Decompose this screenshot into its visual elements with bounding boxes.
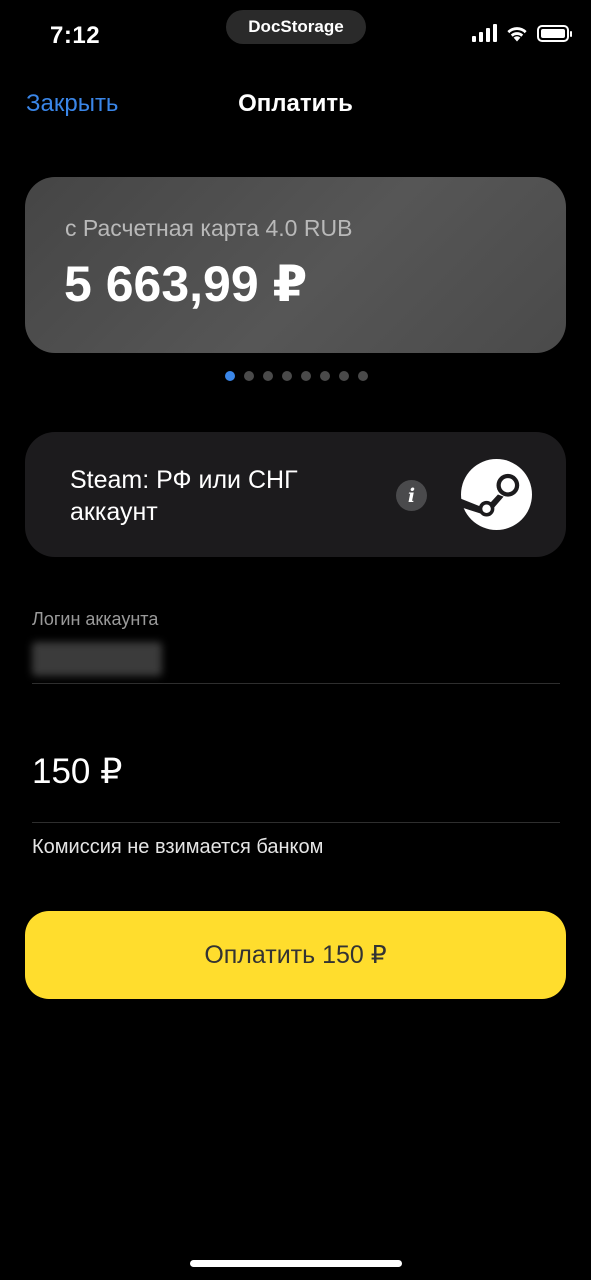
pager-dot[interactable] bbox=[225, 371, 235, 381]
status-bar: 7:12 DocStorage bbox=[0, 0, 591, 72]
home-indicator[interactable] bbox=[190, 1260, 402, 1267]
pager-dot[interactable] bbox=[301, 371, 311, 381]
commission-note: Комиссия не взимается банком bbox=[32, 836, 324, 858]
dynamic-island[interactable]: DocStorage bbox=[226, 10, 366, 44]
login-label: Логин аккаунта bbox=[32, 609, 159, 629]
pager-dot[interactable] bbox=[282, 371, 292, 381]
steam-logo-icon bbox=[461, 459, 532, 530]
nav-bar: Оплатить Закрыть bbox=[0, 84, 591, 128]
battery-icon bbox=[537, 24, 572, 42]
info-icon[interactable]: i bbox=[396, 480, 427, 511]
pager-dot[interactable] bbox=[339, 371, 349, 381]
wifi-icon bbox=[507, 27, 527, 42]
login-value-redacted bbox=[32, 642, 162, 676]
service-card[interactable]: Steam: РФ или СНГ аккаунт i bbox=[25, 432, 566, 557]
card-balance: 5 663,99 ₽ bbox=[64, 256, 308, 312]
amount-input[interactable]: 150 ₽ bbox=[32, 752, 560, 823]
status-icons bbox=[472, 24, 572, 42]
login-input[interactable] bbox=[32, 640, 560, 684]
pager-dot[interactable] bbox=[244, 371, 254, 381]
payment-source-card[interactable]: с Расчетная карта 4.0 RUB 5 663,99 ₽ bbox=[25, 177, 566, 353]
close-button[interactable]: Закрыть bbox=[26, 90, 118, 118]
service-name: Steam: РФ или СНГ аккаунт bbox=[70, 466, 298, 526]
pager-dot[interactable] bbox=[358, 371, 368, 381]
cellular-signal-icon bbox=[472, 24, 497, 42]
pager-dot[interactable] bbox=[320, 371, 330, 381]
battery-fill bbox=[541, 28, 565, 38]
card-pager[interactable] bbox=[225, 371, 368, 381]
pager-dot[interactable] bbox=[263, 371, 273, 381]
card-label: с Расчетная карта 4.0 RUB bbox=[65, 215, 353, 241]
status-time: 7:12 bbox=[50, 22, 101, 49]
pay-button[interactable]: Оплатить 150 ₽ bbox=[25, 911, 566, 999]
